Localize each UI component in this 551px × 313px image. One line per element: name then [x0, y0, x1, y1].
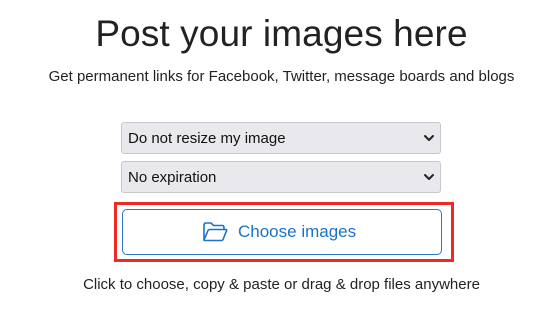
expiration-select[interactable]: No expiration	[121, 161, 441, 193]
resize-select[interactable]: Do not resize my image	[121, 122, 441, 154]
chevron-down-icon	[424, 135, 434, 141]
chevron-down-icon	[424, 174, 434, 180]
page-title: Post your images here	[95, 13, 468, 54]
page-subtitle: Get permanent links for Facebook, Twitte…	[48, 68, 515, 85]
resize-select-value: Do not resize my image	[128, 130, 286, 147]
choose-images-label: Choose images	[238, 222, 357, 241]
expiration-select-value: No expiration	[128, 169, 217, 186]
choose-images-button[interactable]: Choose images	[122, 209, 442, 255]
folder-open-icon	[203, 222, 228, 242]
upload-hint: Click to choose, copy & paste or drag & …	[83, 276, 480, 293]
